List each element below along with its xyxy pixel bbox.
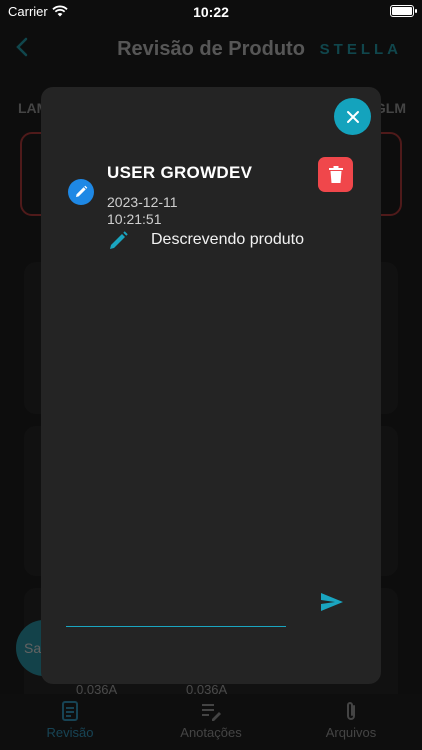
notes-edit-icon [202, 704, 221, 721]
bottom-nav: Revisão Anotações Arquivos [0, 694, 422, 750]
pencil-icon [68, 179, 94, 205]
send-button[interactable] [317, 589, 347, 615]
note-time: 10:21:51 [107, 211, 162, 227]
note-author: USER GROWDEV [107, 163, 253, 182]
note-input-wrapper [66, 587, 286, 627]
status-bar: Carrier 10:22 [0, 0, 422, 24]
nav-tab-anotacoes[interactable]: Anotações [151, 700, 271, 740]
trash-icon [328, 165, 343, 183]
clock: 10:22 [193, 4, 229, 20]
note-text: Descrevendo produto [151, 231, 304, 248]
close-button[interactable] [334, 98, 371, 135]
note-date: 2023-12-11 [107, 194, 178, 210]
nav-tab-revisao[interactable]: Revisão [10, 700, 130, 740]
send-icon [321, 593, 343, 611]
paperclip-icon [347, 702, 355, 720]
document-icon [62, 701, 78, 721]
delete-note-button[interactable] [318, 157, 353, 192]
brand-logo: STELLA [319, 41, 402, 58]
note-input[interactable] [66, 587, 286, 626]
page-header: Revisão de Produto STELLA [0, 24, 422, 74]
nav-tab-arquivos[interactable]: Arquivos [291, 700, 411, 740]
annotations-modal: USER GROWDEV 2023-12-11 10:21:51 Descrev… [41, 87, 381, 684]
battery-icon [390, 5, 417, 17]
edit-icon[interactable] [107, 230, 129, 252]
nav-tab-label: Arquivos [325, 725, 377, 740]
close-icon [346, 110, 359, 123]
nav-tab-label: Anotações [180, 725, 242, 740]
nav-tab-label: Revisão [46, 725, 94, 740]
